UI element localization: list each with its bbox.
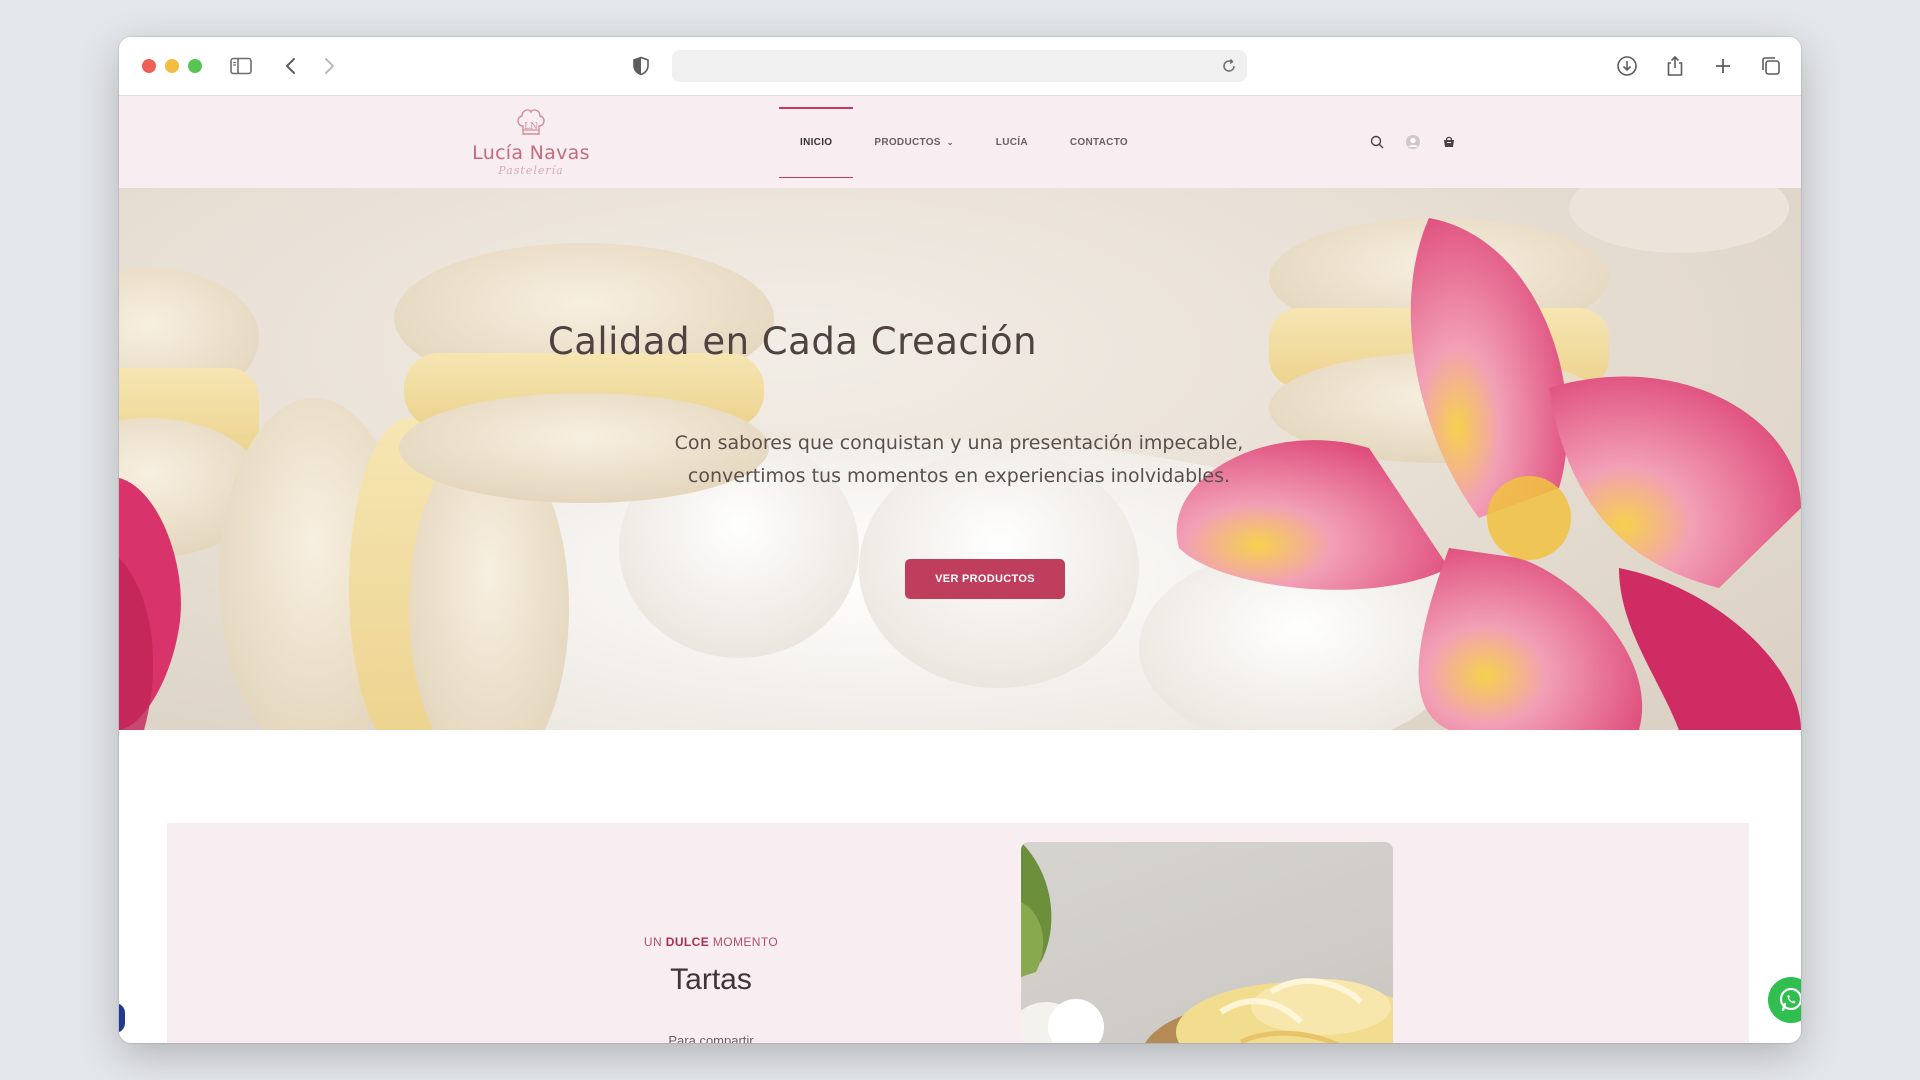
shield-icon[interactable]: [629, 54, 653, 78]
whatsapp-icon: [1779, 987, 1801, 1012]
hero-banner: Calidad en Cada Creación Con sabores que…: [119, 188, 1801, 730]
nav-label: CONTACTO: [1069, 136, 1128, 148]
logo-subtitle: Pastelería: [498, 164, 564, 177]
logo-name: Lucía Navas: [472, 142, 590, 164]
download-icon[interactable]: [1615, 54, 1639, 78]
new-tab-icon[interactable]: [1711, 54, 1735, 78]
eyebrow-text: UN: [643, 935, 666, 949]
hero-title: Calidad en Cada Creación: [547, 320, 1038, 363]
tartas-image[interactable]: [1021, 842, 1393, 1043]
section-eyebrow: UN DULCE MOMENTO: [546, 935, 876, 949]
browser-toolbar: [119, 37, 1801, 96]
minimize-window-button[interactable]: [165, 59, 179, 73]
address-bar[interactable]: [672, 50, 1247, 82]
main-nav: INICIO PRODUCTOS ⌄ LUCÍA CONTACTO: [779, 96, 1149, 188]
hero-subtitle: Con sabores que conquistan y una present…: [559, 427, 1359, 493]
svg-text:LN: LN: [524, 122, 538, 132]
cart-icon[interactable]: [1441, 134, 1457, 150]
sidebar-icon[interactable]: [229, 54, 253, 78]
chef-hat-icon: LN: [517, 109, 545, 135]
eyebrow-highlight: DULCE: [665, 935, 710, 949]
whatsapp-button[interactable]: [1768, 977, 1801, 1023]
tartas-section: UN DULCE MOMENTO Tartas Para compartir: [167, 823, 1749, 1043]
eyebrow-text: MOMENTO: [709, 935, 779, 949]
side-widget-tab[interactable]: [119, 1003, 125, 1033]
share-icon[interactable]: [1663, 54, 1687, 78]
account-icon[interactable]: [1405, 134, 1421, 150]
hero-subtitle-line: Con sabores que conquistan y una present…: [674, 432, 1244, 454]
section-description: Para compartir: [668, 1033, 754, 1043]
tabs-overview-icon[interactable]: [1759, 54, 1783, 78]
nav-item-productos[interactable]: PRODUCTOS ⌄: [853, 96, 974, 188]
nav-label: LUCÍA: [995, 136, 1028, 148]
chevron-down-icon: ⌄: [946, 137, 954, 147]
nav-item-lucia[interactable]: LUCÍA: [975, 96, 1049, 188]
zoom-window-button[interactable]: [188, 59, 202, 73]
back-icon[interactable]: [279, 54, 303, 78]
browser-window: LN Lucía Navas Pastelería INICIO PRODUCT…: [119, 37, 1801, 1043]
search-icon[interactable]: [1369, 134, 1385, 150]
view-products-button[interactable]: VER PRODUCTOS: [905, 559, 1065, 599]
reload-icon[interactable]: [1217, 54, 1241, 78]
site-header: LN Lucía Navas Pastelería INICIO PRODUCT…: [119, 96, 1801, 188]
nav-item-contacto[interactable]: CONTACTO: [1049, 96, 1149, 188]
hero-subtitle-line: convertimos tus momentos en experiencias…: [687, 465, 1231, 487]
site-logo[interactable]: LN Lucía Navas Pastelería: [470, 104, 592, 182]
nav-item-inicio[interactable]: INICIO: [779, 96, 854, 188]
close-window-button[interactable]: [142, 59, 156, 73]
nav-label: PRODUCTOS: [874, 136, 941, 148]
section-title: Tartas: [670, 963, 752, 996]
forward-icon[interactable]: [317, 54, 341, 78]
nav-label: INICIO: [800, 136, 833, 148]
